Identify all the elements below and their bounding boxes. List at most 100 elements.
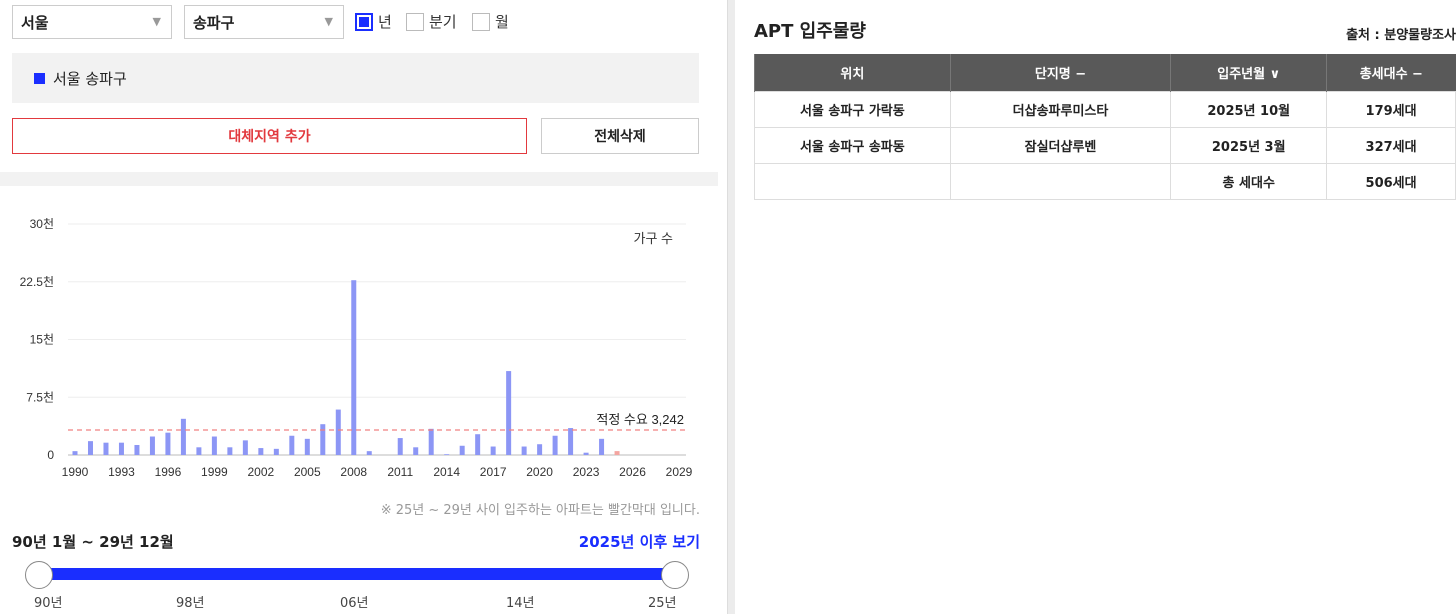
city-select[interactable]: 서울 ▼ [12,5,172,39]
bar [599,438,605,455]
supply-chart-svg: 0 7.5천 15천 22.5천 30천 1990 1993 1996 1999 2002 2005… [20,216,693,479]
bar [397,438,403,455]
y-tick-label: 15천 [30,332,54,347]
x-tick-label: 2017 [480,465,507,479]
table-cell: 2025년 3월 [1170,126,1328,164]
series-label: 가구 수 [634,231,674,246]
legend-square-icon [34,72,45,84]
apt-supply-table: 위치 단지명 − 입주년월 ∨ 총세대수 − 서울 송파구 가락동 더샵송파루미… [754,54,1456,200]
x-tick-label: 2014 [433,465,460,479]
range-slider-track[interactable] [40,568,676,580]
bar [475,434,481,455]
bar [149,436,155,455]
add-region-button[interactable]: 대체지역 추가 [12,118,527,154]
bar [273,448,279,455]
bar [428,428,434,455]
x-tick-label: 2026 [619,465,646,479]
bar [118,442,124,455]
bar [366,451,372,455]
bar [165,432,171,455]
selected-region-label: 서울 송파구 [53,69,127,88]
y-tick-label: 7.5천 [26,389,54,404]
bar [537,444,543,455]
x-tick-label: 1993 [108,465,135,479]
slider-tick-label: 90년 [34,596,63,611]
bar [180,418,186,455]
bar [614,451,620,455]
left-panel: 서울 ▼ 송파구 ▼ 년 분기 월 서울 송파구 대체지역 추가 전체삭제 0 7… [0,0,718,614]
y-tick-label: 0 [47,448,54,462]
chevron-down-icon: ▼ [324,15,333,28]
period-checkbox-year[interactable]: 년 [355,11,392,32]
bar [490,446,496,455]
delete-all-button[interactable]: 전체삭제 [541,118,699,154]
column-header-move-in[interactable]: 입주년월 ∨ [1170,54,1327,91]
checkbox-icon[interactable] [406,12,424,31]
table-cell [754,162,951,200]
bar [459,445,465,455]
x-tick-label: 2029 [666,465,693,479]
bar [304,438,310,455]
bar [335,409,341,455]
table-header-row: 위치 단지명 − 입주년월 ∨ 총세대수 − [754,54,1456,91]
table-cell: 서울 송파구 가락동 [754,90,951,128]
bar [242,440,248,455]
period-label: 년 [378,13,392,31]
checkbox-icon[interactable] [355,12,373,31]
bar [351,280,357,455]
chevron-down-icon: ▼ [152,15,161,28]
bar [72,451,78,455]
table-cell [949,162,1172,200]
x-tick-label: 2020 [526,465,553,479]
source-label: 출처 : 분양물량조사 [1346,28,1456,43]
period-checkbox-quarter[interactable]: 분기 [406,11,457,32]
checkbox-icon[interactable] [472,12,490,31]
x-tick-label: 1990 [62,465,89,479]
city-select-value: 서울 [21,14,49,32]
x-tick-label: 2005 [294,465,321,479]
selected-region: 서울 송파구 [12,53,699,103]
chart-note: ※ 25년 ~ 29년 사이 입주하는 아파트는 빨간막대 입니다. [380,503,700,518]
bar [568,428,574,455]
district-select[interactable]: 송파구 ▼ [184,5,344,39]
bar [320,424,326,455]
bar [227,447,233,455]
page-root: 서울 ▼ 송파구 ▼ 년 분기 월 서울 송파구 대체지역 추가 전체삭제 0 7… [0,0,1456,614]
section-divider [0,172,718,186]
slider-tick-label: 98년 [176,596,205,611]
column-header-complex[interactable]: 단지명 − [949,54,1171,91]
x-tick-label: 1996 [155,465,182,479]
bar [134,444,140,455]
table-row[interactable]: 서울 송파구 송파동 잠실더샵루벤 2025년 3월 327세대 [754,126,1456,164]
bar [552,435,558,455]
table-cell: 서울 송파구 송파동 [754,126,951,164]
table-cell: 더샵송파루미스타 [949,90,1172,128]
y-tick-label: 22.5천 [20,274,54,289]
table-row[interactable]: 서울 송파구 가락동 더샵송파루미스타 2025년 10월 179세대 [754,90,1456,128]
range-slider-end-handle[interactable] [661,561,689,589]
table-total-row: 총 세대수 506세대 [754,162,1456,200]
bar [444,454,450,455]
view-after-2025-link[interactable]: 2025년 이후 보기 [579,531,700,552]
period-checkbox-month[interactable]: 월 [472,11,509,32]
table-cell: 506세대 [1326,162,1456,200]
table-cell: 2025년 10월 [1170,90,1328,128]
period-label: 분기 [429,13,457,31]
bar [258,448,264,455]
slider-tick-label: 25년 [648,596,677,611]
slider-tick-label: 06년 [340,596,369,611]
x-tick-label: 2008 [340,465,367,479]
panel-divider[interactable] [727,0,735,614]
slider-tick-label: 14년 [506,596,535,611]
column-header-location[interactable]: 위치 [754,54,951,91]
bar [289,435,295,455]
reference-line-label: 적정 수요 3,242 [596,412,684,427]
table-cell: 179세대 [1326,90,1456,128]
table-cell: 총 세대수 [1170,162,1328,200]
district-select-value: 송파구 [193,14,235,32]
column-header-units[interactable]: 총세대수 − [1326,54,1456,91]
range-label: 90년 1월 ~ 29년 12월 [12,533,174,551]
bar [87,441,93,455]
y-tick-label: 30천 [30,216,54,231]
range-slider-start-handle[interactable] [25,561,53,589]
